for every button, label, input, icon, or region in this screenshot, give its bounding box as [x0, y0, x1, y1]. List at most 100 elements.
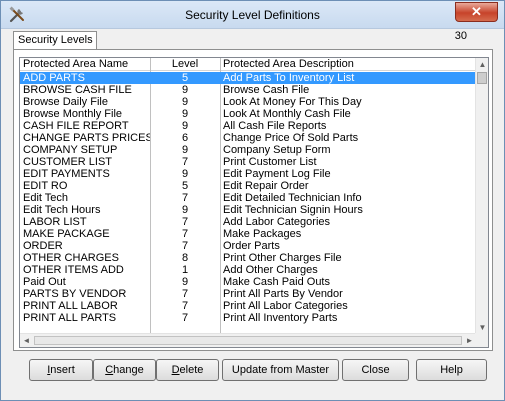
cell-description: Look At Money For This Day: [223, 96, 362, 108]
cell-description: Add Parts To Inventory List: [223, 72, 355, 84]
cell-area-name: EDIT PAYMENTS: [23, 168, 110, 180]
cell-level: 7: [181, 288, 189, 300]
content-area: Security Levels 30 Protected Area Name L…: [8, 30, 497, 395]
cell-level: 9: [181, 204, 189, 216]
cell-description: Add Other Charges: [223, 264, 318, 276]
cell-level: 9: [181, 276, 189, 288]
table-row[interactable]: ORDER 7 Order Parts: [20, 240, 476, 252]
insert-label-post: nsert: [50, 364, 75, 376]
table-row[interactable]: MAKE PACKAGE 7 Make Packages: [20, 228, 476, 240]
cell-description: Print All Parts By Vendor: [223, 288, 343, 300]
column-header-name[interactable]: Protected Area Name: [20, 58, 150, 71]
delete-mnemonic: D: [171, 364, 180, 376]
scroll-left-arrow-icon[interactable]: ◄: [20, 334, 33, 347]
cell-description: Print Other Charges File: [223, 252, 342, 264]
cell-area-name: ORDER: [23, 240, 63, 252]
help-button[interactable]: Help: [416, 359, 487, 381]
button-bar: Insert Change Delete Update from Master …: [8, 359, 497, 381]
grid-header: Protected Area Name Level Protected Area…: [20, 58, 476, 71]
table-row[interactable]: EDIT RO 5 Edit Repair Order: [20, 180, 476, 192]
cell-area-name: LABOR LIST: [23, 216, 87, 228]
cell-level: 7: [181, 300, 189, 312]
grid-rows: ADD PARTS 5 Add Parts To Inventory List BRO…: [20, 72, 476, 324]
table-row[interactable]: PRINT ALL LABOR 7 Print All Labor Categori…: [20, 300, 476, 312]
table-row[interactable]: ADD PARTS 5 Add Parts To Inventory List: [20, 72, 476, 84]
table-row[interactable]: PARTS BY VENDOR 7 Print All Parts By Vendo…: [20, 288, 476, 300]
cell-description: Print Customer List: [223, 156, 317, 168]
tab-panel: Protected Area Name Level Protected Area…: [13, 49, 493, 351]
cell-area-name: Edit Tech: [23, 192, 69, 204]
cell-level: 9: [181, 120, 189, 132]
column-header-description[interactable]: Protected Area Description: [220, 58, 476, 71]
cell-area-name: CASH FILE REPORT: [23, 120, 129, 132]
table-row[interactable]: CASH FILE REPORT 9 All Cash File Reports: [20, 120, 476, 132]
cell-level: 9: [181, 108, 189, 120]
delete-button[interactable]: Delete: [156, 359, 219, 381]
cell-area-name: Edit Tech Hours: [23, 204, 101, 216]
cell-description: Company Setup Form: [223, 144, 331, 156]
table-row[interactable]: BROWSE CASH FILE 9 Browse Cash File: [20, 84, 476, 96]
cell-description: Edit Technician Signin Hours: [223, 204, 363, 216]
update-from-master-button[interactable]: Update from Master: [222, 359, 339, 381]
change-mnemonic: C: [105, 364, 114, 376]
cell-area-name: Browse Daily File: [23, 96, 108, 108]
cell-level: 9: [181, 168, 189, 180]
cell-description: Make Cash Paid Outs: [223, 276, 330, 288]
table-row[interactable]: EDIT PAYMENTS 9 Edit Payment Log File: [20, 168, 476, 180]
cell-description: Change Price Of Sold Parts: [223, 132, 359, 144]
table-row[interactable]: Browse Daily File 9 Look At Money For This…: [20, 96, 476, 108]
table-row[interactable]: Edit Tech Hours 9 Edit Technician Signin H…: [20, 204, 476, 216]
table-row[interactable]: CUSTOMER LIST 7 Print Customer List: [20, 156, 476, 168]
cell-area-name: Paid Out: [23, 276, 66, 288]
window-title: Security Level Definitions: [185, 8, 320, 22]
scrollbar-corner: [475, 333, 488, 347]
tab-security-levels[interactable]: Security Levels: [13, 31, 97, 50]
insert-button[interactable]: Insert: [29, 359, 93, 381]
cell-level: 6: [181, 132, 189, 144]
horizontal-scroll-thumb[interactable]: [34, 336, 462, 345]
cell-level: 5: [181, 180, 189, 192]
table-row[interactable]: Browse Monthly File 9 Look At Monthly Cash…: [20, 108, 476, 120]
table-row[interactable]: COMPANY SETUP 9 Company Setup Form: [20, 144, 476, 156]
window-close-button[interactable]: ✕: [455, 2, 498, 22]
security-levels-grid[interactable]: Protected Area Name Level Protected Area…: [19, 57, 489, 348]
cell-level: 5: [181, 72, 189, 84]
record-count: 30: [454, 30, 467, 42]
close-button[interactable]: Close: [342, 359, 409, 381]
table-row[interactable]: OTHER CHARGES 8 Print Other Charges File: [20, 252, 476, 264]
scroll-up-arrow-icon[interactable]: ▲: [476, 58, 488, 71]
change-button[interactable]: Change: [93, 359, 156, 381]
security-level-window: Security Level Definitions ✕ Security Le…: [0, 0, 505, 401]
cell-level: 7: [181, 156, 189, 168]
table-row[interactable]: PRINT ALL PARTS 7 Print All Inventory Part…: [20, 312, 476, 324]
cell-area-name: CUSTOMER LIST: [23, 156, 113, 168]
cell-area-name: MAKE PACKAGE: [23, 228, 110, 240]
vertical-scrollbar[interactable]: ▲ ▼: [475, 58, 488, 334]
cell-area-name: Browse Monthly File: [23, 108, 123, 120]
cell-description: Look At Monthly Cash File: [223, 108, 351, 120]
cell-area-name: BROWSE CASH FILE: [23, 84, 132, 96]
vertical-scroll-thumb[interactable]: [477, 72, 487, 84]
cell-description: Browse Cash File: [223, 84, 310, 96]
table-row[interactable]: LABOR LIST 7 Add Labor Categories: [20, 216, 476, 228]
table-row[interactable]: Paid Out 9 Make Cash Paid Outs: [20, 276, 476, 288]
cell-level: 7: [181, 240, 189, 252]
cell-description: Edit Payment Log File: [223, 168, 331, 180]
cell-level: 7: [181, 312, 189, 324]
title-bar[interactable]: Security Level Definitions ✕: [1, 1, 504, 29]
cell-level: 7: [181, 216, 189, 228]
cell-description: Add Labor Categories: [223, 216, 331, 228]
table-row[interactable]: OTHER ITEMS ADD 1 Add Other Charges: [20, 264, 476, 276]
cell-level: 7: [181, 228, 189, 240]
column-header-level[interactable]: Level: [150, 58, 220, 71]
table-row[interactable]: CHANGE PARTS PRICES 6 Change Price Of Sold…: [20, 132, 476, 144]
cell-area-name: PRINT ALL PARTS: [23, 312, 117, 324]
horizontal-scrollbar[interactable]: ◄ ►: [20, 333, 476, 347]
cell-description: Edit Detailed Technician Info: [223, 192, 362, 204]
cell-level: 7: [181, 192, 189, 204]
cell-description: Order Parts: [223, 240, 280, 252]
table-row[interactable]: Edit Tech 7 Edit Detailed Technician Info: [20, 192, 476, 204]
cell-area-name: ADD PARTS: [23, 72, 85, 84]
cell-description: All Cash File Reports: [223, 120, 327, 132]
cell-area-name: OTHER ITEMS ADD: [23, 264, 124, 276]
